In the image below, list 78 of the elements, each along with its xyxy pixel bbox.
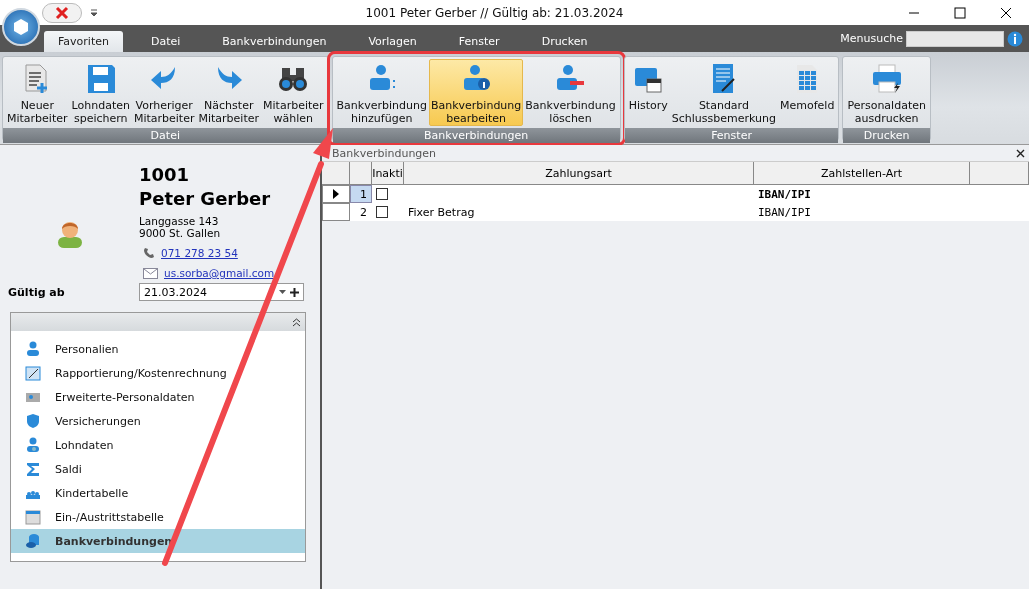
maximize-icon[interactable] bbox=[954, 6, 966, 19]
ribbon-group-title: Fenster bbox=[624, 128, 839, 143]
nav-item[interactable]: Personalien bbox=[11, 337, 305, 361]
ribbon-group-title: Bankverbindungen bbox=[332, 128, 620, 143]
employee-number: 1001 bbox=[139, 163, 191, 187]
employee-name: Peter Gerber bbox=[139, 187, 272, 211]
collapse-icon[interactable] bbox=[292, 317, 301, 327]
ribbon-button[interactable]: Neuer Mitarbeiter bbox=[5, 59, 70, 126]
ribbon-group-title: Drucken bbox=[843, 128, 930, 143]
column-header[interactable]: Inakti bbox=[372, 162, 404, 185]
shield-icon bbox=[25, 413, 41, 429]
menu-search-label: Menusuche bbox=[840, 32, 903, 45]
ribbon-button[interactable]: Bankverbindung bearbeiten bbox=[428, 59, 524, 126]
nav-item[interactable]: Versicherungen bbox=[11, 409, 305, 433]
nav-item[interactable]: Lohndaten bbox=[11, 433, 305, 457]
plus-icon[interactable] bbox=[290, 287, 299, 297]
info-icon[interactable] bbox=[1007, 30, 1023, 47]
nav-item[interactable]: Erweiterte-Personaldaten bbox=[11, 385, 305, 409]
ribbon-button[interactable]: Bankverbindung hinzufügen bbox=[334, 59, 429, 126]
app-menu-button[interactable] bbox=[2, 7, 40, 46]
email-link[interactable]: us.sorba@gmail.com bbox=[164, 267, 275, 279]
ribbon-button[interactable]: Bankverbindung löschen bbox=[523, 59, 618, 126]
row-selector[interactable] bbox=[322, 185, 350, 203]
ribbon-button[interactable]: Mitarbeiter wählen bbox=[261, 59, 326, 126]
employee-city: 9000 St. Gallen bbox=[139, 227, 222, 239]
person-icon bbox=[25, 341, 41, 357]
mail-icon bbox=[143, 267, 158, 279]
coins-icon bbox=[25, 533, 41, 549]
nav-item[interactable]: Rapportierung/Kostenrechnung bbox=[11, 361, 305, 385]
ribbon-button[interactable]: Standard Schlussbemerkung bbox=[669, 59, 778, 126]
checkbox[interactable] bbox=[376, 188, 388, 200]
row-number: 1 bbox=[350, 185, 372, 203]
save-icon bbox=[85, 63, 116, 95]
close-icon[interactable] bbox=[1000, 6, 1012, 19]
ribbon-tab[interactable]: Drucken bbox=[527, 31, 602, 52]
checkbox[interactable] bbox=[376, 206, 388, 218]
close-document-button[interactable] bbox=[42, 2, 82, 23]
ribbon-button[interactable]: Nächster Mitarbeiter bbox=[196, 59, 262, 126]
row-number-header bbox=[350, 162, 372, 185]
table-cell: IBAN/IPI bbox=[758, 205, 811, 219]
ribbon-button[interactable]: Memofeld bbox=[778, 59, 837, 126]
phone-icon bbox=[143, 247, 155, 259]
ribbon-button[interactable]: Vorheriger Mitarbeiter bbox=[131, 59, 197, 126]
nav-item[interactable]: Bankverbindungen bbox=[11, 529, 305, 553]
valid-from-label: Gültig ab bbox=[7, 285, 66, 299]
close-icon[interactable] bbox=[1016, 148, 1025, 158]
menu-search-field[interactable] bbox=[906, 30, 1004, 47]
date-field[interactable]: 21.03.2024 bbox=[139, 283, 304, 301]
ribbon-button[interactable]: Personaldaten ausdrucken bbox=[845, 59, 928, 126]
nav-item[interactable]: Saldi bbox=[11, 457, 305, 481]
ribbon-tab[interactable]: Fenster bbox=[444, 31, 514, 52]
employee-street: Langgasse 143 bbox=[139, 215, 220, 227]
nav-item[interactable]: Kindertabelle bbox=[11, 481, 305, 505]
current-row-icon bbox=[333, 189, 339, 199]
person-coin-icon bbox=[25, 437, 41, 453]
calendar-pen-icon bbox=[25, 365, 41, 381]
sigma-icon bbox=[25, 461, 41, 477]
ribbon-tab[interactable]: Vorlagen bbox=[354, 31, 431, 52]
panel-title: Bankverbindungen bbox=[332, 146, 437, 160]
cube-icon bbox=[11, 16, 31, 37]
ribbon-button[interactable]: Lohndaten speichern bbox=[69, 59, 132, 126]
table-cell: Fixer Betrag bbox=[408, 205, 475, 219]
window-title: 1001 Peter Gerber // Gültig ab: 21.03.2024 bbox=[364, 5, 625, 20]
nav-item[interactable]: Ein-/Austrittstabelle bbox=[11, 505, 305, 529]
printer-icon bbox=[870, 63, 903, 95]
calendar-icon bbox=[25, 509, 41, 525]
table-cell: IBAN/IPI bbox=[758, 187, 811, 201]
caret-icon[interactable] bbox=[279, 289, 286, 295]
ribbon-tab[interactable]: Favoriten bbox=[44, 31, 123, 52]
column-header[interactable]: Zahlstellen-Art bbox=[754, 162, 970, 185]
ribbon-tab[interactable]: Datei bbox=[136, 31, 195, 52]
ribbon-tab[interactable]: Bankverbindungen bbox=[208, 31, 341, 52]
ribbon-button[interactable]: History bbox=[626, 59, 670, 126]
column-header[interactable]: Zahlungsart bbox=[404, 162, 754, 185]
phone-link[interactable]: 071 278 23 54 bbox=[161, 247, 238, 259]
dropdown-icon[interactable] bbox=[90, 8, 98, 17]
close-icon bbox=[55, 5, 69, 20]
ribbon-group-title: Datei bbox=[3, 128, 328, 143]
